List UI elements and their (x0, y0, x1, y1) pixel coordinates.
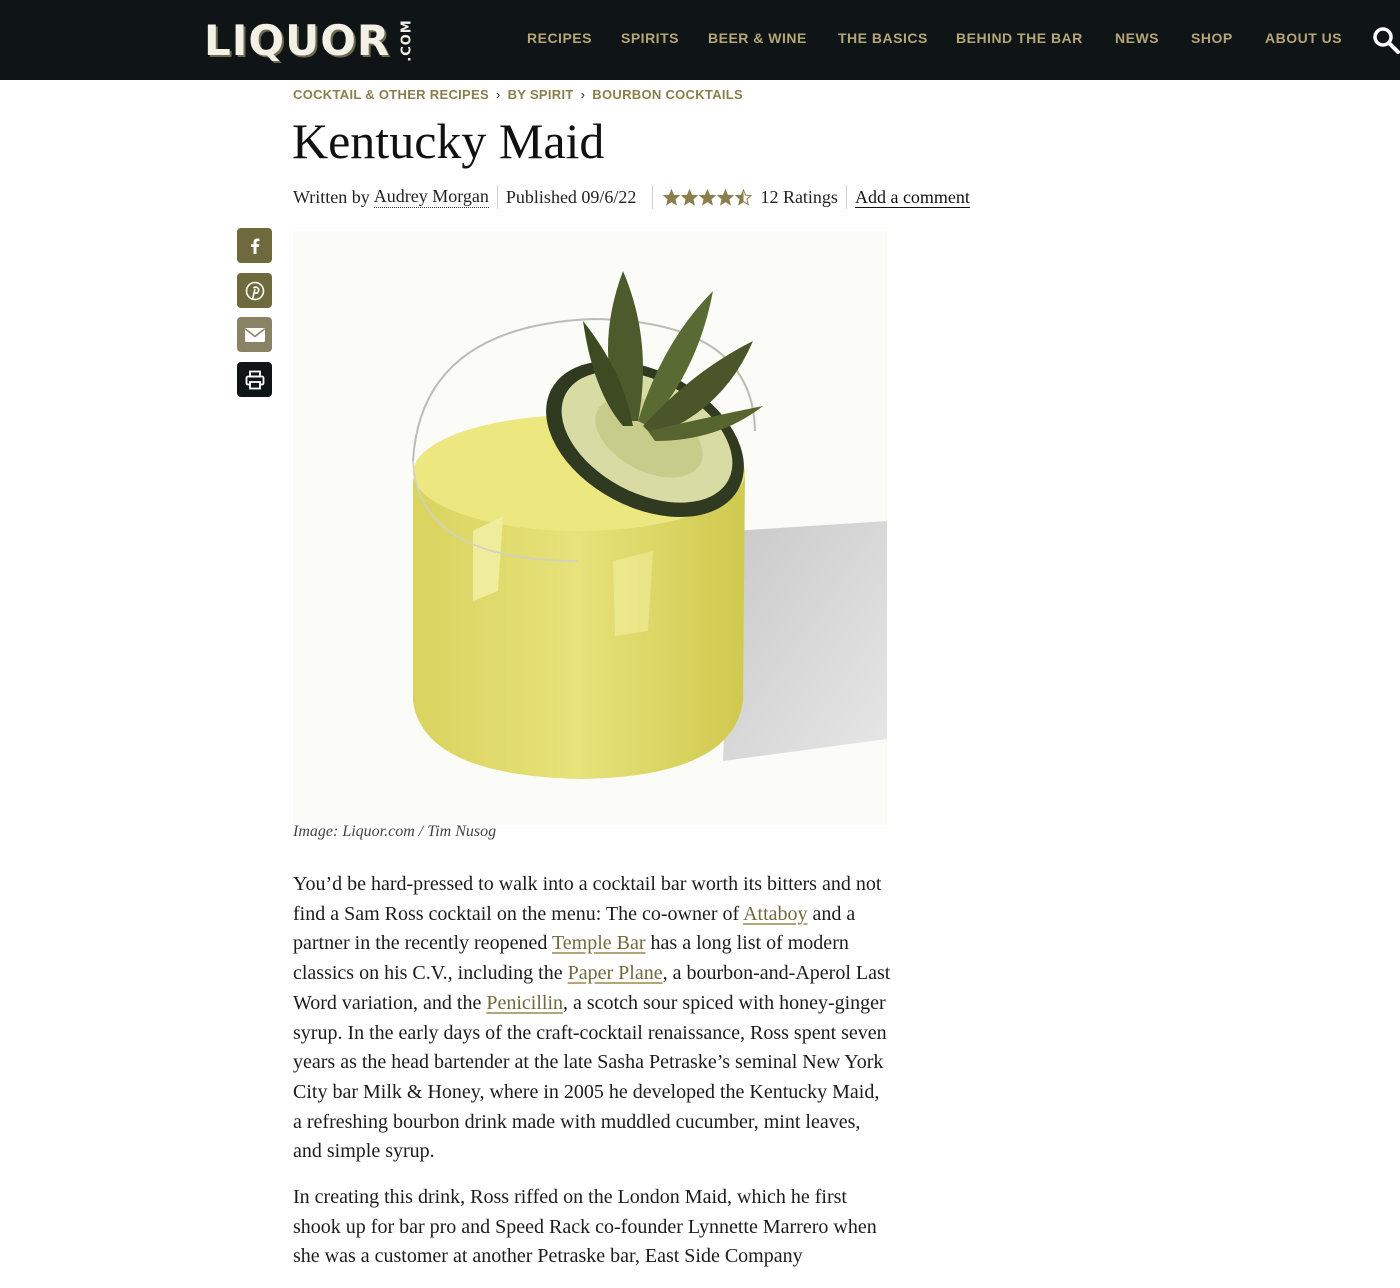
author-link[interactable]: Audrey Morgan (373, 186, 489, 208)
search-icon[interactable] (1372, 26, 1400, 54)
breadcrumb-item-recipes[interactable]: COCKTAIL & OTHER RECIPES (293, 87, 489, 102)
article-paragraph: You’d be hard-pressed to walk into a coc… (293, 870, 893, 1167)
nav-the-basics[interactable]: THE BASICS (838, 30, 928, 46)
facebook-icon (250, 238, 259, 254)
temple-bar-link[interactable]: Temple Bar (552, 932, 646, 954)
ratings-count: 12 Ratings (760, 186, 838, 207)
breadcrumb: COCKTAIL & OTHER RECIPES › BY SPIRIT › B… (293, 85, 743, 103)
star-rating[interactable] (663, 188, 753, 206)
site-logo[interactable]: LIQUOR .COM (204, 12, 429, 68)
byline-divider (652, 185, 654, 209)
nav-news[interactable]: NEWS (1115, 30, 1159, 46)
breadcrumb-item-bourbon[interactable]: BOURBON COCKTAILS (592, 87, 743, 102)
chevron-right-icon: › (580, 86, 586, 102)
chevron-right-icon: › (495, 86, 501, 102)
pinterest-share-button[interactable] (237, 273, 272, 308)
attaboy-link[interactable]: Attaboy (743, 903, 807, 925)
nav-beer-wine[interactable]: BEER & WINE (708, 30, 807, 46)
pinterest-icon (245, 281, 264, 300)
paragraph-text: , a scotch sour spiced with honey-ginger… (293, 991, 887, 1163)
paper-plane-link[interactable]: Paper Plane (568, 962, 663, 984)
star-icon (717, 188, 735, 206)
facebook-share-button[interactable] (237, 228, 272, 263)
cocktail-photo (293, 231, 887, 825)
breadcrumb-item-by-spirit[interactable]: BY SPIRIT (508, 87, 574, 102)
nav-spirits[interactable]: SPIRITS (621, 30, 679, 46)
email-share-button[interactable] (237, 317, 272, 352)
print-icon (245, 370, 264, 389)
star-icon (681, 188, 699, 206)
star-icon (663, 188, 681, 206)
article-paragraph: In creating this drink, Ross riffed on t… (293, 1186, 877, 1268)
nav-shop[interactable]: SHOP (1191, 30, 1233, 46)
penicillin-link[interactable]: Penicillin (486, 992, 563, 1014)
hero-image (293, 231, 887, 825)
nav-recipes[interactable]: RECIPES (527, 30, 592, 46)
page-title: Kentucky Maid (292, 113, 605, 169)
written-by-label: Written by (293, 186, 370, 207)
top-navigation-bar: LIQUOR .COM RECIPES SPIRITS BEER & WINE … (0, 0, 1400, 80)
logo-text: LIQUOR (204, 15, 391, 65)
logo-suffix: .COM (399, 18, 415, 62)
add-comment-link[interactable]: Add a comment (855, 187, 970, 208)
email-icon (244, 327, 265, 342)
nav-behind-the-bar[interactable]: BEHIND THE BAR (956, 30, 1083, 46)
article-body: You’d be hard-pressed to walk into a coc… (293, 870, 893, 1288)
nav-about-us[interactable]: ABOUT US (1265, 30, 1342, 46)
star-icon (699, 188, 717, 206)
byline-divider (496, 185, 498, 209)
byline-divider (845, 185, 847, 209)
published-date: Published 09/6/22 (505, 186, 637, 207)
print-button[interactable] (237, 362, 272, 397)
byline: Written by Audrey Morgan Published 09/6/… (293, 184, 970, 210)
star-icon (735, 188, 753, 206)
image-caption: Image: Liquor.com / Tim Nusog (293, 823, 497, 840)
